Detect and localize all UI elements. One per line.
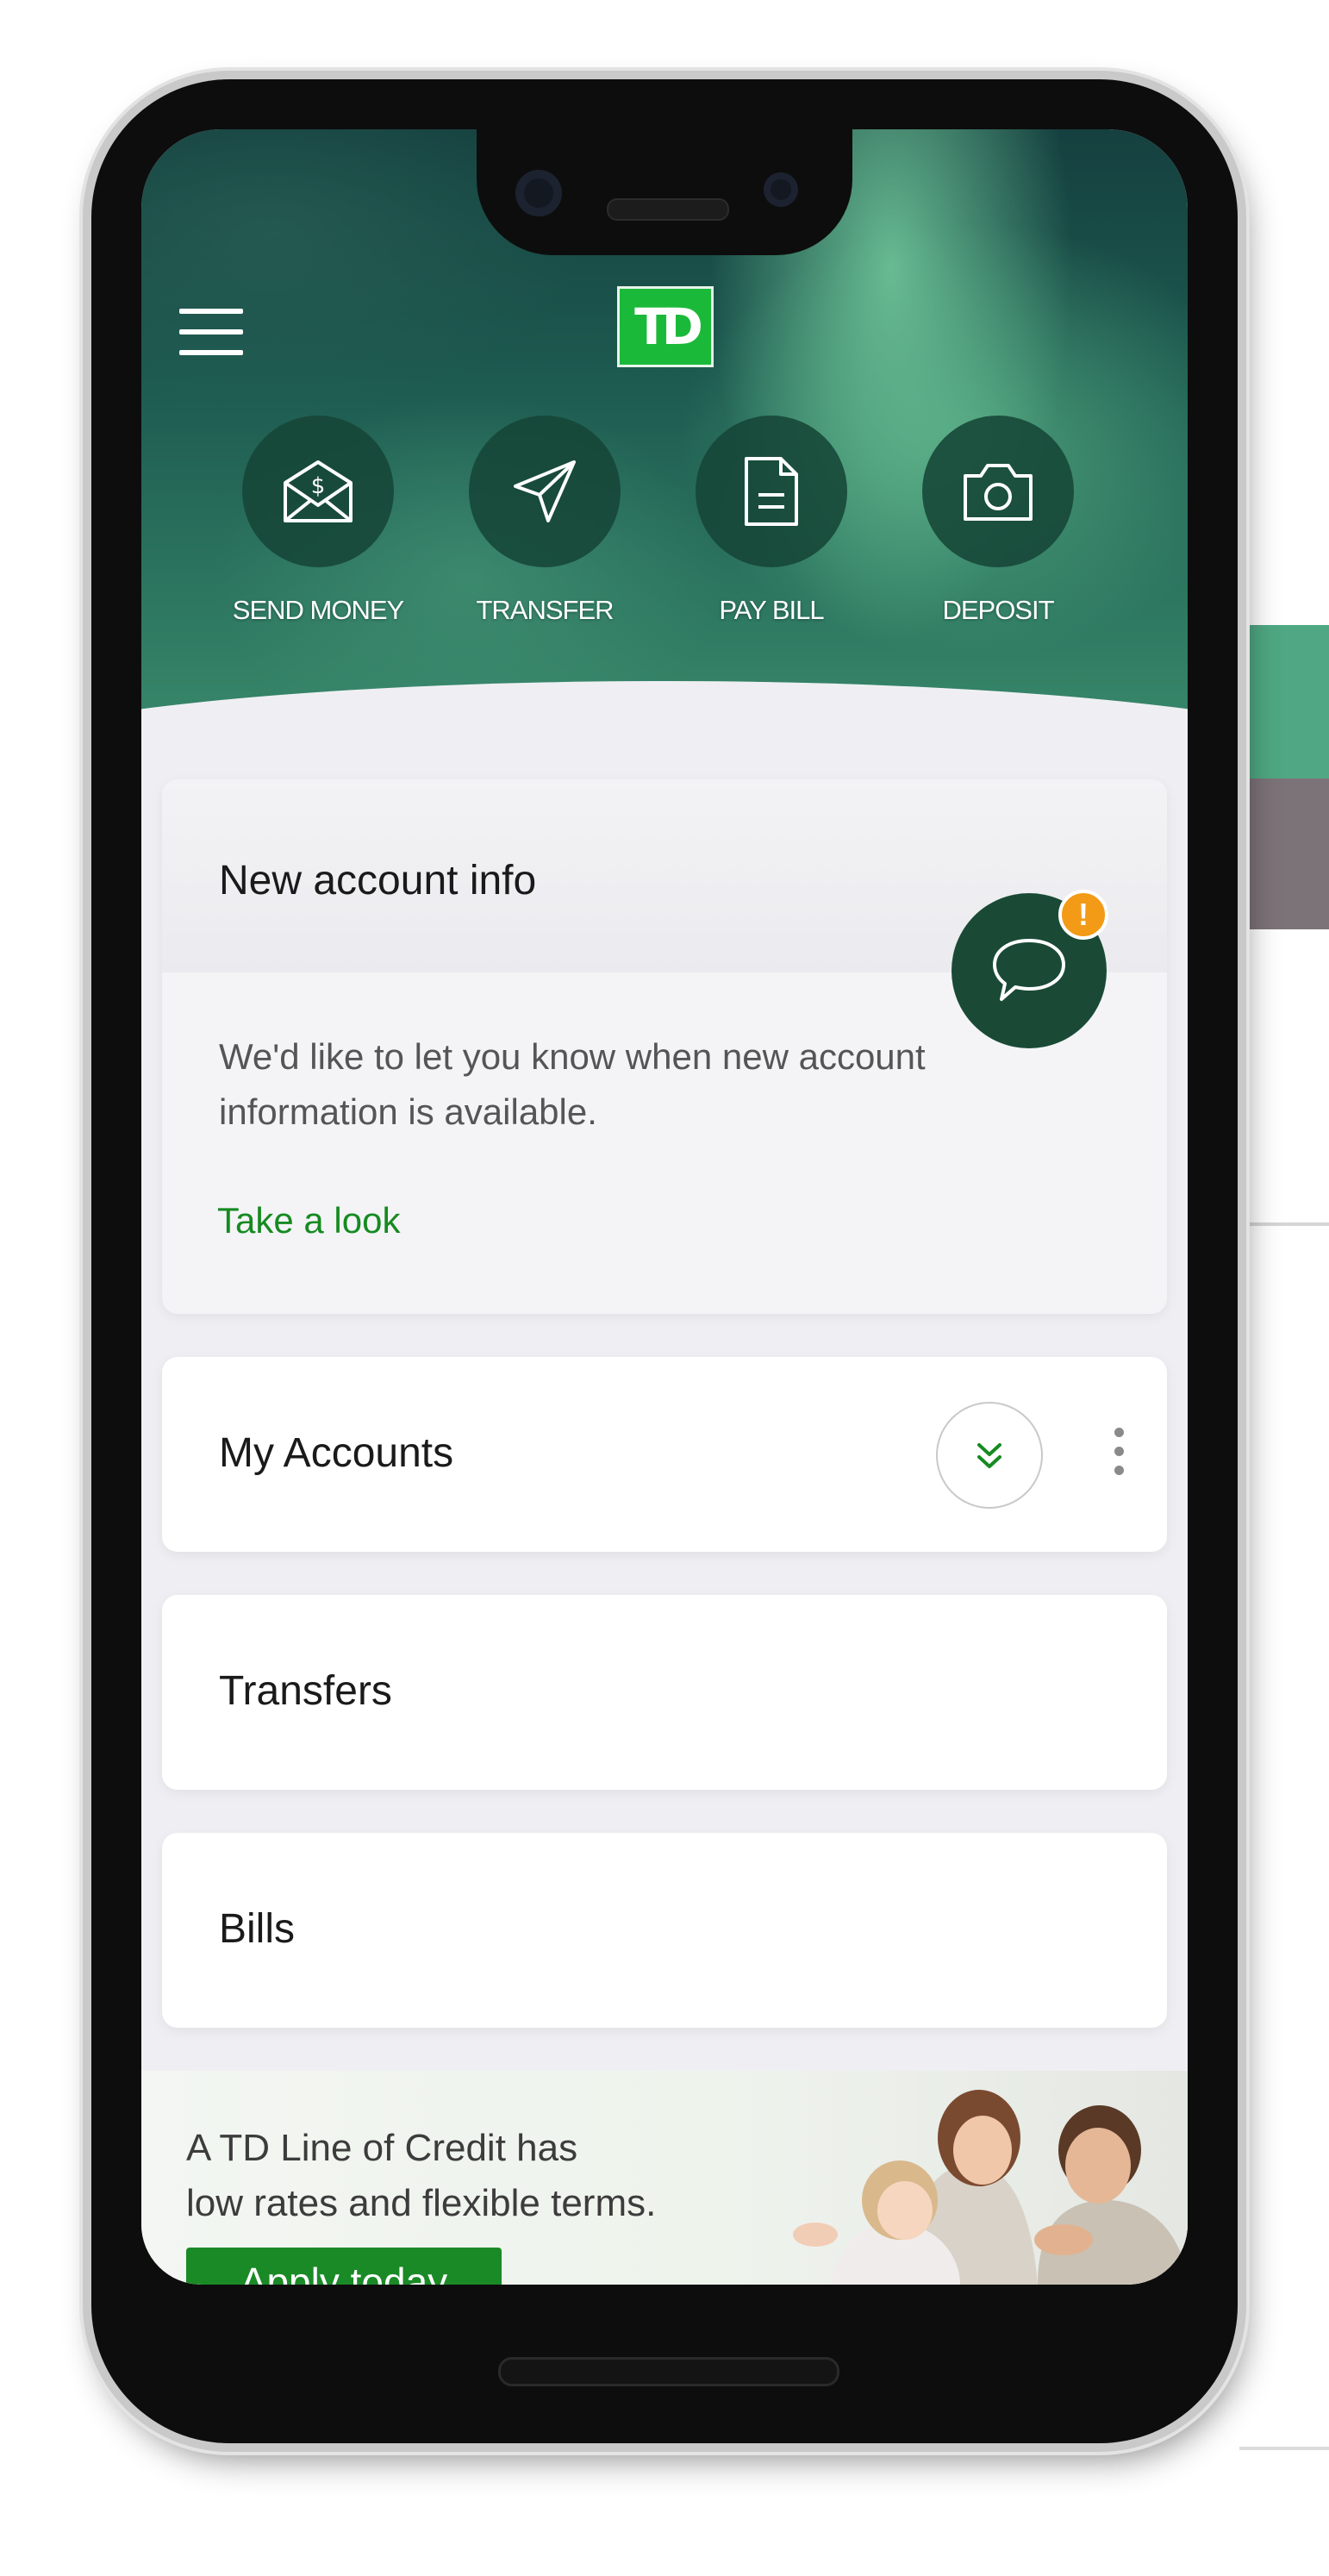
promo-text: A TD Line of Credit has low rates and fl… (186, 2121, 789, 2231)
info-card-title: New account info (219, 858, 537, 903)
chat-icon (993, 939, 1065, 1001)
svg-text:$: $ (311, 473, 326, 499)
double-chevron-down-icon (977, 1443, 1001, 1468)
bottom-speaker (498, 2357, 839, 2386)
td-logo: TD (617, 286, 714, 367)
paper-plane-icon (469, 416, 621, 567)
transfer-button[interactable]: TRANSFER (437, 416, 652, 640)
bills-card[interactable]: Bills (162, 1833, 1167, 2028)
more-options-icon[interactable] (1110, 1428, 1127, 1476)
sensor-icon (764, 172, 798, 207)
send-money-button[interactable]: $ SEND MONEY (210, 416, 426, 640)
take-a-look-link[interactable]: Take a look (217, 1200, 400, 1241)
expand-accounts-button[interactable] (936, 1402, 1043, 1509)
transfer-label: TRANSFER (476, 595, 614, 625)
promo-line-1: A TD Line of Credit has (186, 2127, 578, 2169)
apply-today-button[interactable]: Apply today (186, 2248, 502, 2285)
bills-title: Bills (219, 1906, 296, 1952)
pay-bill-label: PAY BILL (719, 595, 824, 625)
send-money-label: SEND MONEY (232, 595, 404, 625)
envelope-dollar-icon: $ (242, 416, 394, 567)
my-accounts-title: My Accounts (219, 1430, 454, 1476)
side-strip-divider (1239, 1222, 1329, 1226)
menu-icon[interactable] (179, 309, 243, 355)
deposit-label: DEPOSIT (942, 595, 1054, 625)
transfers-card[interactable]: Transfers (162, 1595, 1167, 1790)
front-camera-icon (515, 170, 562, 216)
phone-screen: TD $ SEND MONEY TRANSFER PAY BILL DEPOSI… (141, 129, 1188, 2285)
pay-bill-button[interactable]: PAY BILL (664, 416, 879, 640)
line-of-credit-promo[interactable]: A TD Line of Credit has low rates and fl… (141, 2071, 1188, 2285)
transfers-title: Transfers (219, 1668, 392, 1714)
camera-icon (922, 416, 1074, 567)
deposit-button[interactable]: DEPOSIT (890, 416, 1106, 640)
promo-line-2: low rates and flexible terms. (186, 2182, 657, 2224)
family-photo (779, 2071, 1188, 2285)
side-strip-divider-bottom (1239, 2447, 1329, 2450)
document-icon (696, 416, 847, 567)
side-strip-gray (1239, 778, 1329, 929)
earpiece-speaker (607, 198, 729, 221)
alert-badge: ! (1058, 890, 1108, 940)
my-accounts-card[interactable]: My Accounts (162, 1357, 1167, 1552)
info-card-body: We'd like to let you know when new accou… (219, 1036, 926, 1132)
side-strip-green (1239, 625, 1329, 778)
